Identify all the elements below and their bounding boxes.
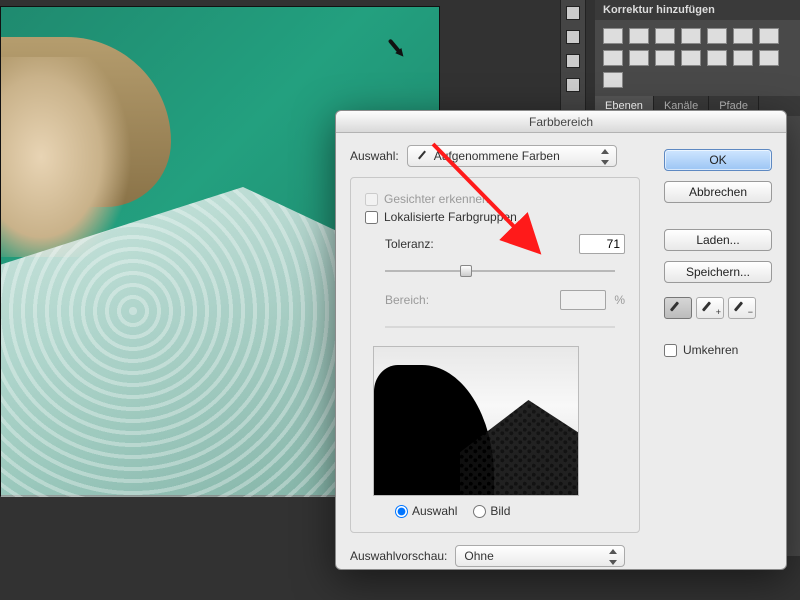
adjust-icon[interactable] bbox=[629, 50, 649, 66]
adjust-icon[interactable] bbox=[733, 28, 753, 44]
dropdown-arrows-icon bbox=[600, 149, 610, 165]
dock-icon[interactable] bbox=[566, 6, 580, 20]
adjust-icon[interactable] bbox=[603, 50, 623, 66]
select-label: Auswahl: bbox=[350, 149, 399, 163]
preview-radio-selection[interactable]: Auswahl bbox=[395, 504, 457, 518]
radio-image[interactable] bbox=[473, 505, 486, 518]
range-input bbox=[560, 290, 606, 310]
dropdown-arrows-icon bbox=[608, 549, 618, 565]
adjust-icon[interactable] bbox=[707, 28, 727, 44]
eyedropper-add-button[interactable]: + bbox=[696, 297, 724, 319]
localized-clusters-checkbox[interactable] bbox=[365, 211, 378, 224]
eyedropper-cursor-icon bbox=[380, 32, 414, 66]
eyedropper-sample-button[interactable] bbox=[664, 297, 692, 319]
load-button[interactable]: Laden... bbox=[664, 229, 772, 251]
selection-preview-select[interactable]: Ohne bbox=[455, 545, 625, 567]
selection-preview bbox=[373, 346, 579, 496]
detect-faces-checkbox bbox=[365, 193, 378, 206]
adjust-icon[interactable] bbox=[707, 50, 727, 66]
ok-button[interactable]: OK bbox=[664, 149, 772, 171]
save-button[interactable]: Speichern... bbox=[664, 261, 772, 283]
radio-selection[interactable] bbox=[395, 505, 408, 518]
adjustments-panel-title: Korrektur hinzufügen bbox=[595, 0, 800, 20]
adjust-icon[interactable] bbox=[681, 28, 701, 44]
detect-faces-label: Gesichter erkennen bbox=[384, 192, 489, 206]
adjust-icon[interactable] bbox=[655, 50, 675, 66]
adjust-icon[interactable] bbox=[603, 28, 623, 44]
eyedropper-subtract-button[interactable]: − bbox=[728, 297, 756, 319]
adjust-icon[interactable] bbox=[629, 28, 649, 44]
localized-clusters-label: Lokalisierte Farbgruppen bbox=[384, 210, 517, 224]
tolerance-label: Toleranz: bbox=[385, 237, 465, 251]
adjust-icon[interactable] bbox=[733, 50, 753, 66]
dock-icon[interactable] bbox=[566, 54, 580, 68]
invert-checkbox[interactable] bbox=[664, 344, 677, 357]
selection-preview-label: Auswahlvorschau: bbox=[350, 549, 447, 563]
invert-label: Umkehren bbox=[683, 343, 738, 357]
adjust-icon[interactable] bbox=[655, 28, 675, 44]
adjustments-icons bbox=[595, 20, 800, 96]
range-label: Bereich: bbox=[385, 293, 465, 307]
tolerance-slider[interactable] bbox=[385, 264, 615, 278]
eyedropper-icon bbox=[416, 150, 428, 162]
cancel-button[interactable]: Abbrechen bbox=[664, 181, 772, 203]
select-value: Aufgenommene Farben bbox=[434, 149, 560, 163]
range-suffix: % bbox=[614, 293, 625, 307]
options-group: Gesichter erkennen Lokalisierte Farbgrup… bbox=[350, 177, 640, 533]
dock-icon[interactable] bbox=[566, 30, 580, 44]
slider-thumb[interactable] bbox=[460, 265, 472, 277]
adjust-icon[interactable] bbox=[759, 50, 779, 66]
color-range-dialog: Farbbereich Auswahl: Aufgenommene Farben… bbox=[335, 110, 787, 570]
dock-icon[interactable] bbox=[566, 78, 580, 92]
adjust-icon[interactable] bbox=[759, 28, 779, 44]
eyedropper-group: + − bbox=[664, 297, 772, 319]
adjust-icon[interactable] bbox=[681, 50, 701, 66]
adjust-icon[interactable] bbox=[603, 72, 623, 88]
range-slider bbox=[385, 320, 615, 334]
dialog-title: Farbbereich bbox=[336, 111, 786, 133]
preview-radio-image[interactable]: Bild bbox=[473, 504, 510, 518]
selection-preview-value: Ohne bbox=[464, 549, 493, 563]
sampled-colors-select[interactable]: Aufgenommene Farben bbox=[407, 145, 617, 167]
side-tool-dock bbox=[560, 0, 586, 120]
tolerance-input[interactable] bbox=[579, 234, 625, 254]
